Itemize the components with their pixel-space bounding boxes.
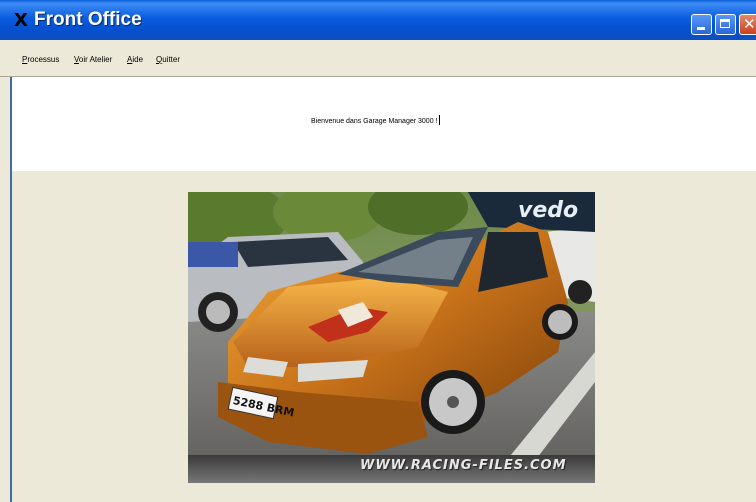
car-photo: vedo 5288 BRM xyxy=(188,192,595,483)
menu-processus[interactable]: Processus xyxy=(22,55,59,64)
menu-quitter[interactable]: Quitter xyxy=(156,55,180,64)
welcome-panel: Bienvenue dans Garage Manager 3000 ! xyxy=(12,77,756,171)
close-icon: ✕ xyxy=(743,15,756,33)
text-caret xyxy=(439,115,441,125)
maximize-button[interactable] xyxy=(715,14,736,35)
menu-aide[interactable]: Aide xyxy=(127,55,143,64)
title-bar[interactable]: X Front Office ✕ xyxy=(0,0,756,40)
welcome-message: Bienvenue dans Garage Manager 3000 ! xyxy=(311,115,441,125)
close-button[interactable]: ✕ xyxy=(739,14,756,35)
maximize-icon xyxy=(720,19,730,28)
photo-watermark: WWW.RACING-FILES.COM xyxy=(360,458,567,473)
banner-text: vedo xyxy=(518,198,578,223)
front-office-window: X Front Office ✕ Processus Voir Atelier … xyxy=(0,0,756,502)
menu-voir-atelier[interactable]: Voir Atelier xyxy=(74,55,112,64)
minimize-icon xyxy=(697,27,705,30)
window-title: Front Office xyxy=(34,9,142,30)
x-app-icon: X xyxy=(14,10,28,31)
minimize-button[interactable] xyxy=(691,14,712,35)
menu-bar: Processus Voir Atelier Aide Quitter xyxy=(0,40,756,77)
